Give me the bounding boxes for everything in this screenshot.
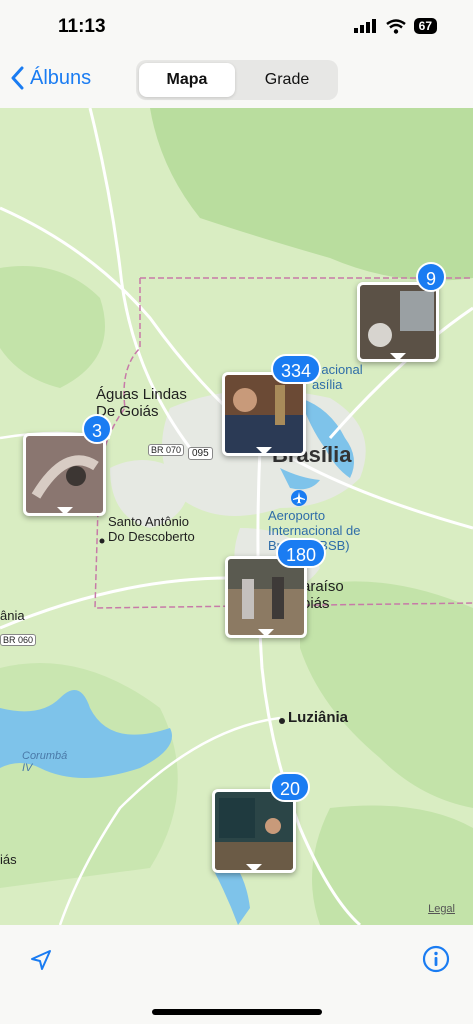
legal-link[interactable]: Legal	[428, 903, 455, 915]
photo-thumbnail-icon	[228, 559, 304, 619]
cluster-count-badge[interactable]: 334	[271, 354, 322, 384]
info-icon	[422, 945, 450, 973]
view-segmented-control: Mapa Grade	[136, 60, 338, 100]
label-left-city: ânia	[0, 608, 25, 623]
chevron-left-icon	[11, 66, 24, 90]
status-time: 11:13	[58, 16, 106, 37]
label-aguas-lindas: Águas Lindas De Goiás	[96, 386, 187, 420]
label-corumba: Corumbá IV	[22, 750, 68, 774]
photo-thumbnail-icon	[225, 385, 303, 453]
road-sign-095: 095	[188, 447, 213, 460]
back-label: Álbuns	[30, 66, 92, 89]
status-bar: 11:13 67	[0, 0, 473, 56]
photo-map[interactable]: Águas Lindas De Goiás Santo Antônio Do Des…	[0, 108, 473, 925]
road-sign-left: BR 060	[0, 634, 37, 646]
signal-icon	[353, 19, 376, 33]
cluster-count-badge[interactable]: 180	[276, 538, 327, 568]
road-sign-br070: BR 070	[148, 444, 185, 456]
photo-thumbnail-icon	[31, 455, 99, 499]
cluster-count-badge[interactable]: 3	[82, 414, 113, 444]
back-button[interactable]: Álbuns	[10, 66, 91, 90]
status-icons: 67	[353, 18, 437, 34]
segment-map[interactable]: Mapa	[139, 63, 235, 97]
photo-cluster-thumb[interactable]	[23, 433, 106, 516]
bottom-toolbar	[0, 925, 473, 1024]
segment-grid[interactable]: Grade	[239, 63, 335, 97]
home-indicator	[152, 1009, 322, 1015]
label-santo-antonio: Santo Antônio Do Descoberto	[108, 514, 195, 544]
nav-bar: Álbuns Mapa Grade	[0, 56, 473, 109]
info-button[interactable]	[422, 945, 450, 978]
photo-thumbnail-icon	[368, 291, 434, 347]
airport-icon	[291, 490, 307, 506]
battery-indicator: 67	[413, 18, 437, 34]
cluster-count-badge[interactable]: 20	[270, 772, 311, 802]
location-arrow-icon	[31, 950, 51, 970]
wifi-icon	[385, 18, 406, 34]
label-left-city-2: iás	[0, 852, 17, 867]
cluster-count-badge[interactable]: 9	[416, 262, 447, 292]
label-paraiso: araíso oiás	[302, 578, 344, 612]
photo-thumbnail-icon	[215, 798, 293, 870]
photo-cluster-thumb[interactable]	[357, 282, 439, 362]
label-luziania: Luziânia	[288, 709, 349, 726]
current-location-button[interactable]	[28, 947, 54, 978]
